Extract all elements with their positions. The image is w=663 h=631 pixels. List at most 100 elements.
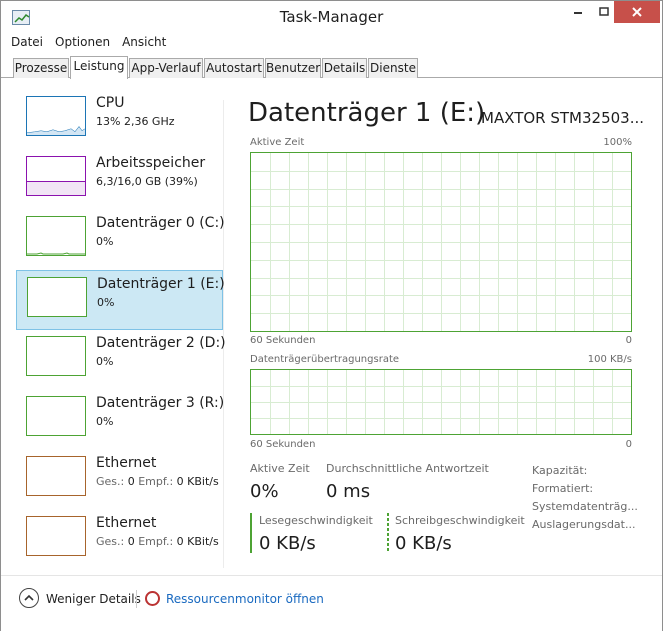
- graph-gridline: [517, 153, 518, 331]
- graph-gridline: [422, 370, 423, 434]
- graph-gridline: [593, 370, 594, 434]
- graph-gridline: [289, 370, 290, 434]
- memory-mini-graph: [26, 156, 86, 196]
- write-speed-value: 0 KB/s: [395, 533, 452, 554]
- sidebar-item-arbeitsspeicher[interactable]: Arbeitsspeicher 6,3/16,0 GB (39%): [16, 150, 223, 210]
- sidebar-item-label: Datenträger 2 (D:): [96, 335, 226, 351]
- received-label: Empf.:: [138, 535, 174, 548]
- active-time-graph: [250, 152, 632, 332]
- sidebar-item-label: Datenträger 1 (E:): [97, 276, 225, 292]
- sidebar-item-datentraeger-2[interactable]: Datenträger 2 (D:) 0%: [16, 330, 226, 390]
- sent-value: 0: [127, 535, 135, 548]
- sidebar-item-value: 0%: [97, 296, 115, 309]
- graph-gridline: [327, 153, 328, 331]
- menu-optionen[interactable]: Optionen: [49, 34, 116, 53]
- disk-mini-graph: [27, 277, 87, 317]
- ethernet-mini-graph: [26, 516, 86, 556]
- tab-details[interactable]: Details: [322, 58, 367, 78]
- graph1-min: 0: [625, 335, 632, 346]
- sidebar-item-datentraeger-0[interactable]: Datenträger 0 (C:) 0%: [16, 210, 225, 270]
- graph-gridline: [270, 370, 271, 434]
- tab-benutzer[interactable]: Benutzer: [265, 58, 321, 78]
- tab-dienste[interactable]: Dienste: [368, 58, 418, 78]
- close-button[interactable]: [614, 1, 660, 23]
- graph-gridline: [574, 153, 575, 331]
- response-time-value: 0 ms: [326, 481, 371, 502]
- minimize-button[interactable]: [565, 1, 591, 23]
- graph-gridline: [536, 153, 537, 331]
- sidebar-item-cpu[interactable]: CPU 13% 2,36 GHz: [16, 90, 223, 150]
- tab-autostart[interactable]: Autostart: [204, 58, 264, 78]
- footer-separator: [136, 590, 137, 608]
- chevron-up-icon[interactable]: [19, 588, 39, 608]
- sidebar-item-value: 13% 2,36 GHz: [96, 115, 175, 128]
- resource-monitor-icon[interactable]: [145, 591, 160, 606]
- sidebar-item-value: 6,3/16,0 GB (39%): [96, 175, 198, 188]
- sent-label: Ges.:: [96, 475, 125, 488]
- disk-properties: Kapazität: Formatiert: Systemdatenträg..…: [532, 462, 638, 534]
- fewer-details-link[interactable]: Weniger Details: [46, 592, 141, 606]
- sent-value: 0: [127, 475, 135, 488]
- sidebar-item-label: Datenträger 0 (C:): [96, 215, 225, 231]
- window-title: Task-Manager: [279, 8, 384, 26]
- transfer-rate-graph: [250, 369, 632, 435]
- graph-gridline: [384, 153, 385, 331]
- graph-gridline: [612, 153, 613, 331]
- sidebar-item-datentraeger-1[interactable]: Datenträger 1 (E:) 0%: [16, 270, 225, 330]
- task-manager-window: Task-Manager Datei Optionen Ansicht Proz…: [0, 0, 663, 631]
- graph-gridline: [327, 370, 328, 434]
- sidebar-item-value: Ges.: 0 Empf.: 0 KBit/s: [96, 535, 219, 548]
- graph2-max: 100 KB/s: [587, 354, 632, 365]
- sidebar-item-label: Datenträger 3 (R:): [96, 395, 225, 411]
- received-label: Empf.:: [138, 475, 174, 488]
- graph-gridline: [346, 370, 347, 434]
- performance-panel: CPU 13% 2,36 GHz Arbeitsspeicher 6,3/16,…: [1, 78, 662, 575]
- disk-mini-graph: [26, 396, 86, 436]
- graph-gridline: [441, 370, 442, 434]
- disk-mini-graph: [26, 336, 86, 376]
- sent-label: Ges.:: [96, 535, 125, 548]
- graph-gridline: [612, 370, 613, 434]
- active-time-value: 0%: [250, 481, 279, 502]
- tab-prozesse[interactable]: Prozesse: [13, 58, 69, 78]
- received-value: 0 KBit/s: [176, 475, 219, 488]
- graph1-time: 60 Sekunden: [250, 335, 316, 346]
- response-time-label: Durchschnittliche Antwortzeit: [326, 462, 489, 475]
- graph-gridline: [574, 370, 575, 434]
- graph-gridline: [308, 370, 309, 434]
- footer-bar: Weniger Details Ressourcenmonitor öffnen: [1, 575, 662, 631]
- read-speed-label: Lesegeschwindigkeit: [259, 514, 373, 527]
- graph-gridline: [555, 153, 556, 331]
- sidebar-item-label: Arbeitsspeicher: [96, 155, 206, 171]
- graph1-max: 100%: [603, 137, 632, 148]
- sidebar-item-ethernet-1[interactable]: Ethernet Ges.: 0 Empf.: 0 KBit/s: [16, 450, 223, 510]
- graph-gridline: [593, 153, 594, 331]
- write-speed-label: Schreibgeschwindigkeit: [395, 514, 525, 527]
- menu-datei[interactable]: Datei: [1, 34, 49, 53]
- sidebar-item-value: 0%: [96, 355, 114, 368]
- graph-gridline: [384, 370, 385, 434]
- menu-ansicht[interactable]: Ansicht: [116, 34, 172, 53]
- active-time-label: Aktive Zeit: [250, 462, 310, 475]
- sidebar-item-label: Ethernet: [96, 515, 157, 531]
- graph2-min: 0: [625, 439, 632, 450]
- property-formatted: Formatiert:: [532, 482, 594, 495]
- graph2-label: Datenträgerübertragungsrate: [250, 354, 400, 365]
- sidebar-item-value: Ges.: 0 Empf.: 0 KBit/s: [96, 475, 219, 488]
- sidebar-item-ethernet-2[interactable]: Ethernet Ges.: 0 Empf.: 0 KBit/s: [16, 510, 223, 570]
- open-resource-monitor-link[interactable]: Ressourcenmonitor öffnen: [166, 592, 324, 606]
- menu-bar: Datei Optionen Ansicht: [1, 34, 662, 53]
- graph-gridline: [460, 370, 461, 434]
- graph-gridline: [460, 153, 461, 331]
- property-capacity: Kapazität:: [532, 464, 588, 477]
- tab-app-verlauf[interactable]: App-Verlauf: [129, 58, 203, 78]
- read-speed-value: 0 KB/s: [259, 533, 316, 554]
- sidebar-item-datentraeger-3[interactable]: Datenträger 3 (R:) 0%: [16, 390, 225, 450]
- title-bar[interactable]: Task-Manager: [1, 1, 662, 34]
- graph-gridline: [536, 370, 537, 434]
- sidebar-divider: [223, 100, 224, 568]
- graph-gridline: [365, 153, 366, 331]
- tab-leistung[interactable]: Leistung: [70, 56, 128, 79]
- graph-gridline: [403, 370, 404, 434]
- read-rate-indicator: [250, 513, 252, 553]
